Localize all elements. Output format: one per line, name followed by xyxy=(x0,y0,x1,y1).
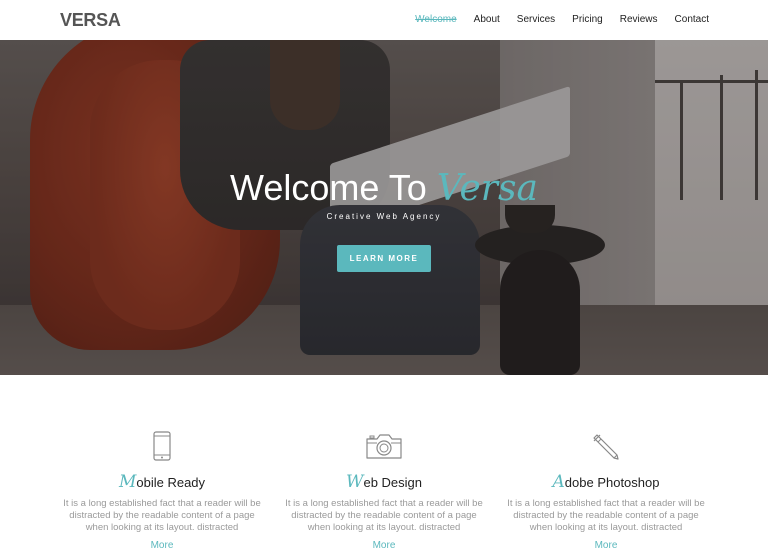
hero-section: Welcome To Versa Creative Web Agency LEA… xyxy=(0,40,768,375)
nav-item-welcome[interactable]: Welcome xyxy=(415,14,457,25)
feature-title-initial: M xyxy=(118,472,137,492)
hero-subtitle: Creative Web Agency xyxy=(326,212,442,221)
pencil-icon xyxy=(495,430,717,462)
feature-card-photoshop: Adobe Photoshop It is a long established… xyxy=(495,430,717,550)
feature-title-initial: A xyxy=(552,472,565,492)
hero-title-accent: Versa xyxy=(436,168,538,209)
feature-more-link[interactable]: More xyxy=(495,540,717,550)
main-nav: Welcome About Services Pricing Reviews C… xyxy=(398,14,709,25)
feature-card-mobile: Mobile Ready It is a long established fa… xyxy=(51,430,273,550)
camera-icon xyxy=(273,430,495,462)
feature-title: Web Design xyxy=(273,472,495,492)
hero-title: Welcome To Versa xyxy=(0,167,768,209)
feature-more-link[interactable]: More xyxy=(273,540,495,550)
feature-title-rest: dobe Photoshop xyxy=(564,475,660,490)
features-section: Mobile Ready It is a long established fa… xyxy=(0,375,768,550)
feature-title: Adobe Photoshop xyxy=(495,472,717,492)
feature-description: It is a long established fact that a rea… xyxy=(285,498,483,533)
mobile-icon xyxy=(51,430,273,462)
feature-card-web-design: Web Design It is a long established fact… xyxy=(273,430,495,550)
nav-item-pricing[interactable]: Pricing xyxy=(572,14,603,25)
logo[interactable]: VERSA xyxy=(60,10,121,31)
feature-description: It is a long established fact that a rea… xyxy=(507,498,705,533)
feature-more-link[interactable]: More xyxy=(51,540,273,550)
nav-item-contact[interactable]: Contact xyxy=(675,14,709,25)
learn-more-button[interactable]: LEARN MORE xyxy=(337,245,431,272)
navbar: VERSA Welcome About Services Pricing Rev… xyxy=(0,0,768,40)
feature-title-initial: W xyxy=(345,472,364,492)
feature-title-rest: obile Ready xyxy=(136,475,206,490)
feature-title: Mobile Ready xyxy=(51,472,273,492)
feature-title-rest: eb Design xyxy=(363,475,423,490)
nav-item-reviews[interactable]: Reviews xyxy=(620,14,658,25)
nav-item-services[interactable]: Services xyxy=(517,14,555,25)
hero-title-prefix: Welcome To xyxy=(230,167,437,208)
nav-item-about[interactable]: About xyxy=(474,14,500,25)
feature-description: It is a long established fact that a rea… xyxy=(63,498,261,533)
